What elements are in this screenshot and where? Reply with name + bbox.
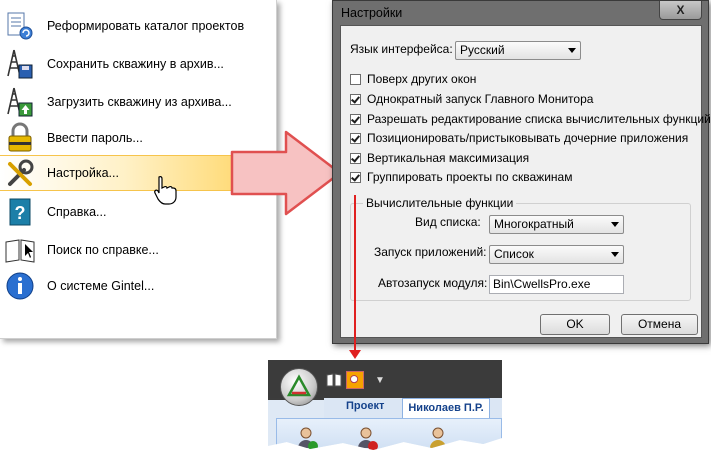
close-button[interactable]: X xyxy=(659,1,702,20)
tab-user[interactable]: Николаев П.Р. xyxy=(402,398,490,418)
checkbox[interactable] xyxy=(350,171,361,183)
connector-arrowhead xyxy=(349,350,361,359)
menu-item-load-well[interactable]: Загрузить скважину из архива... xyxy=(0,84,276,120)
menu-item-label: Сохранить скважину в архив... xyxy=(47,57,224,71)
settings-quick-button[interactable] xyxy=(346,371,364,389)
remove-user-icon[interactable] xyxy=(356,426,378,452)
info-icon xyxy=(6,272,34,300)
settings-dialog: Настройки X Язык интерфейса: Русский Пов… xyxy=(332,0,711,344)
list-view-label: Вид списка: xyxy=(415,215,481,229)
app-launch-label: Запуск приложений: xyxy=(374,245,487,259)
app-launch-select[interactable]: Список xyxy=(489,245,624,264)
checkbox-allow-edit[interactable]: Разрешать редактирование списка вычислит… xyxy=(350,111,711,127)
language-label: Язык интерфейса: xyxy=(350,42,453,56)
rig-save-icon xyxy=(7,49,33,79)
checkbox-label: Вертикальная максимизация xyxy=(367,151,530,165)
checkbox[interactable] xyxy=(350,113,361,125)
help-book-icon: ? xyxy=(9,198,31,226)
app-logo-icon xyxy=(286,374,312,397)
checkbox-label: Поверх других окон xyxy=(367,72,477,86)
book-icon[interactable] xyxy=(326,373,342,387)
app-menu-button[interactable] xyxy=(280,368,318,406)
settings-icon xyxy=(350,375,359,384)
ok-button[interactable]: OK xyxy=(540,314,610,335)
list-view-select[interactable]: Многократный xyxy=(489,215,624,234)
menu-item-label: Ввести пароль... xyxy=(47,131,143,145)
checkbox-on-top[interactable]: Поверх других окон xyxy=(350,71,476,87)
lock-icon xyxy=(8,122,32,152)
menu-item-save-well[interactable]: Сохранить скважину в архив... xyxy=(0,46,276,82)
language-value: Русский xyxy=(460,43,505,57)
checkbox-dock-children[interactable]: Позиционировать/пристыковывать дочерние … xyxy=(350,130,688,146)
chevron-down-icon xyxy=(611,222,619,227)
checkbox-label: Группировать проекты по скважинам xyxy=(367,170,573,184)
menu-item-label: Поиск по справке... xyxy=(47,243,159,257)
checkbox-single-launch[interactable]: Однократный запуск Главного Монитора xyxy=(350,91,593,107)
chevron-down-icon xyxy=(611,252,619,257)
language-select[interactable]: Русский xyxy=(455,41,581,60)
group-title: Вычислительные функции xyxy=(363,196,517,210)
menu-item-help-search[interactable]: Поиск по справке... xyxy=(0,232,276,268)
user-icon[interactable] xyxy=(428,426,450,452)
connector-line xyxy=(354,195,356,352)
checkbox[interactable] xyxy=(350,73,361,85)
checkbox[interactable] xyxy=(350,132,361,144)
add-user-icon[interactable] xyxy=(296,426,318,452)
svg-text:?: ? xyxy=(15,203,26,223)
app-toolbar-fragment: ▼ Проект Николаев П.Р. xyxy=(268,360,502,452)
menu-item-label: Реформировать каталог проектов xyxy=(47,19,245,33)
checkbox[interactable] xyxy=(350,93,361,105)
tab-project[interactable]: Проект xyxy=(346,400,384,412)
customize-arrow-icon[interactable]: ▼ xyxy=(375,375,385,386)
dialog-body: Язык интерфейса: Русский Поверх других о… xyxy=(340,25,711,338)
checkbox-label: Однократный запуск Главного Монитора xyxy=(367,92,594,106)
menu-item-label: Загрузить скважину из архива... xyxy=(47,95,232,109)
help-search-icon xyxy=(5,239,35,263)
menu-item-label: Настройка... xyxy=(47,166,119,180)
catalog-icon xyxy=(7,12,33,40)
dialog-title: Настройки xyxy=(341,6,403,20)
menu-item-reform-catalog[interactable]: Реформировать каталог проектов xyxy=(0,8,276,44)
menu-item-label: Справка... xyxy=(47,205,107,219)
pointer-arrow xyxy=(230,130,342,216)
autostart-label: Автозапуск модуля: xyxy=(378,276,488,290)
tools-icon xyxy=(8,159,34,186)
menu-item-about[interactable]: О системе Gintel... xyxy=(0,268,276,304)
checkbox-group-by-well[interactable]: Группировать проекты по скважинам xyxy=(350,169,572,185)
checkbox-vertical-max[interactable]: Вертикальная максимизация xyxy=(350,150,529,166)
autostart-input[interactable]: Bin\CwellsPro.exe xyxy=(489,275,624,294)
app-launch-value: Список xyxy=(494,247,534,261)
checkbox-label: Позиционировать/пристыковывать дочерние … xyxy=(367,131,689,145)
checkbox[interactable] xyxy=(350,152,361,164)
hand-cursor-icon xyxy=(154,176,177,205)
checkbox-label: Разрешать редактирование списка вычислит… xyxy=(367,112,711,126)
menu-item-label: О системе Gintel... xyxy=(47,279,155,293)
cancel-button[interactable]: Отмена xyxy=(621,314,698,335)
list-view-value: Многократный xyxy=(494,217,574,231)
chevron-down-icon xyxy=(568,48,576,53)
rig-load-icon xyxy=(7,87,33,117)
